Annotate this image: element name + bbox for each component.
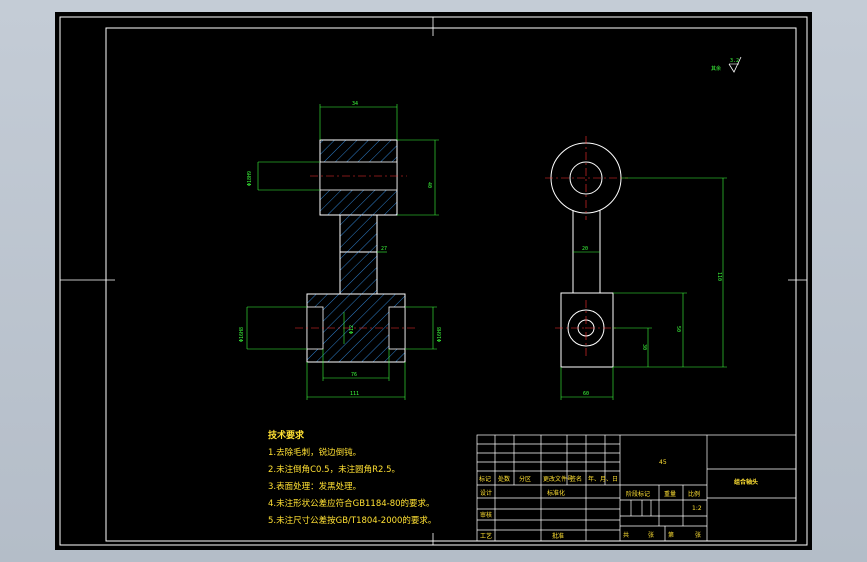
dim-side-block-height: 50 xyxy=(675,326,681,332)
rev-header-date: 年、月、日 xyxy=(588,475,618,483)
roughness-label: 其余 xyxy=(711,65,721,72)
dim-side-total-height: 110 xyxy=(716,272,722,281)
stage-label: 阶段标记 xyxy=(626,490,650,498)
material-label: 45 xyxy=(659,459,667,466)
side-block xyxy=(560,292,614,368)
dim-bottom-inner: 76 xyxy=(351,372,357,378)
page-suffix: 张 xyxy=(695,531,701,539)
scale-value: 1:2 xyxy=(692,505,702,512)
page-label: 第 xyxy=(668,531,674,539)
dim-top-bore: Φ18H9 xyxy=(247,171,253,186)
rev-header-mark: 标记 xyxy=(479,475,491,483)
process-label: 工艺 xyxy=(480,532,492,540)
dim-top-width: 34 xyxy=(352,101,358,107)
design-label: 设计 xyxy=(480,489,492,497)
tech-req-item: 5.未注尺寸公差按GB/T1804-2000的要求。 xyxy=(268,515,436,526)
neck-section xyxy=(339,215,378,253)
total-label: 共 xyxy=(623,531,629,539)
tech-req-item: 3.表面处理：发黑处理。 xyxy=(268,481,361,492)
scale-label: 比例 xyxy=(688,490,700,498)
drawing-canvas: 3.2 其余 34 40 Φ18H9 27 111 76 Φ16H8 Φ16H8… xyxy=(59,16,808,546)
technical-requirements: 技术要求 1.去除毛刺，锐边倒钝。 2.未注倒角C0.5，未注圆角R2.5。 3… xyxy=(268,429,436,526)
rev-header-sign: 签名 xyxy=(570,475,582,483)
dim-side-hole-offset: 30 xyxy=(641,344,647,350)
dim-bottom-bore-left: Φ16H8 xyxy=(239,327,245,342)
tech-req-item: 2.未注倒角C0.5，未注圆角R2.5。 xyxy=(268,464,400,475)
sheet-label: 张 xyxy=(648,531,654,539)
rev-header-zone: 分区 xyxy=(519,475,531,483)
title-block xyxy=(476,434,797,542)
rev-header-doc: 更改文件号 xyxy=(543,475,573,483)
tech-req-item: 1.去除毛刺，锐边倒钝。 xyxy=(268,447,361,458)
review-label: 审核 xyxy=(480,511,492,519)
dim-center-bore: Φ12 xyxy=(349,325,355,334)
stem-section xyxy=(339,252,378,295)
dim-neck-width: 27 xyxy=(381,246,387,252)
rev-header-count: 处数 xyxy=(498,475,510,483)
dim-top-height: 40 xyxy=(426,182,432,188)
dim-bottom-bore-right: Φ16H8 xyxy=(437,327,443,342)
dim-side-neck: 20 xyxy=(582,246,588,252)
part-name: 组合轴头 xyxy=(734,478,758,486)
surface-roughness-symbol: 3.2 其余 xyxy=(711,56,742,73)
roughness-value: 3.2 xyxy=(730,58,739,64)
approve-label: 批准 xyxy=(552,532,564,540)
dim-bottom-outer: 111 xyxy=(350,391,359,397)
cad-drawing-viewport[interactable]: 3.2 其余 34 40 Φ18H9 27 111 76 Φ16H8 Φ16H8… xyxy=(55,12,812,550)
dim-side-block-width: 60 xyxy=(583,391,589,397)
drawing-frame xyxy=(59,16,808,546)
tech-req-item: 4.未注形状公差应符合GB1184-80的要求。 xyxy=(268,498,435,509)
standardize-label: 标准化 xyxy=(547,489,565,497)
tech-req-title: 技术要求 xyxy=(268,429,305,441)
front-view: 34 40 Φ18H9 27 111 76 Φ16H8 Φ16H8 Φ12 xyxy=(239,101,443,400)
weight-label: 重量 xyxy=(664,490,676,498)
